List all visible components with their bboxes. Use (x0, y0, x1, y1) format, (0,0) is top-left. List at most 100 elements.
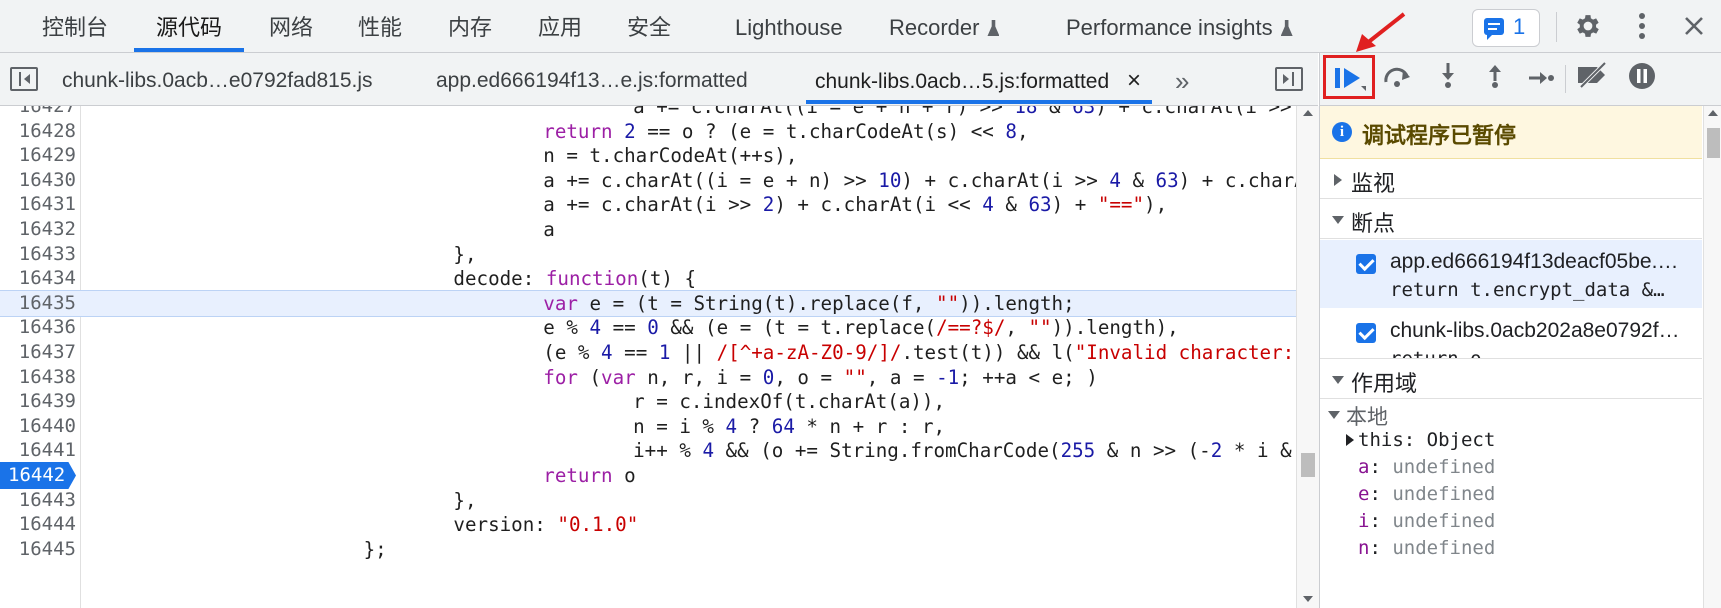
scroll-down-icon[interactable] (1303, 596, 1313, 602)
section-watch[interactable]: 监视 (1320, 159, 1702, 199)
tab-network[interactable]: 网络 (269, 0, 313, 52)
tab-security[interactable]: 安全 (627, 0, 671, 52)
code-text: }, (453, 241, 476, 268)
issues-badge[interactable]: 1 (1472, 9, 1540, 47)
line-number[interactable]: 16437 (0, 339, 76, 366)
scroll-up-icon[interactable] (1303, 110, 1313, 116)
code-token: 10 (878, 168, 902, 192)
code-line[interactable]: 16438 for (var n, r, i = 0, o = "", a = -… (0, 364, 1296, 391)
code-line[interactable]: 16444 version: "0.1.0" (0, 511, 1296, 538)
tab-performance[interactable]: 性能 (358, 0, 402, 52)
scrollbar-thumb[interactable] (1301, 453, 1315, 477)
active-file-underline (806, 100, 1152, 104)
code-line[interactable]: 16429 n = t.charCodeAt(++s), (0, 142, 1296, 169)
code-line[interactable]: 16436 e % 4 == 0 && (e = (t = t.replace(/… (0, 314, 1296, 341)
code-line[interactable]: 16437 (e % 4 == 1 || /[^+a-zA-Z0-9/]/.tes… (0, 339, 1318, 366)
code-line[interactable]: 16440 n = i % 4 ? 64 * n + r : r, (0, 413, 1296, 440)
tab-lighthouse[interactable]: Lighthouse (735, 0, 843, 52)
code-line[interactable]: 16441 i++ % 4 && (o += String.fromCharCod… (0, 437, 1318, 464)
expand-arrow-icon[interactable] (1346, 434, 1354, 446)
line-number[interactable]: 16436 (0, 314, 76, 341)
code-editor[interactable]: 16427 a += c.charAt((i = e + n + r) >> 18… (0, 106, 1318, 608)
scope-var[interactable]: a: undefined (1358, 456, 1495, 478)
code-token: -1 (936, 365, 960, 389)
line-number[interactable]: 16445 (0, 536, 76, 563)
toggle-debugger-icon[interactable] (1275, 67, 1303, 91)
active-tab-underline (134, 48, 244, 52)
code-token: 63 (1155, 168, 1179, 192)
line-number[interactable]: 16432 (0, 216, 76, 243)
deactivate-breakpoints-icon[interactable] (1573, 61, 1613, 97)
line-number[interactable]: 16441 (0, 437, 76, 464)
code-text: (e % 4 == 1 || /[^+a-zA-Z0-9/]/.test(t))… (543, 339, 1318, 366)
line-number[interactable]: 16429 (0, 142, 76, 169)
scroll-up-icon[interactable] (1708, 110, 1718, 116)
breakpoint-checkbox[interactable] (1356, 323, 1376, 343)
breakpoint-line-number[interactable]: 16442 (0, 462, 76, 489)
code-token: ; ++a < e; ) (959, 365, 1098, 389)
toggle-navigator-icon[interactable] (10, 67, 38, 91)
current-execution-line[interactable]: 16435 var e = (t = String(t).replace(f, "… (0, 289, 1296, 317)
line-number[interactable]: 16443 (0, 487, 76, 514)
tab-sources[interactable]: 源代码 (156, 0, 222, 52)
step-out-icon[interactable] (1475, 61, 1515, 97)
scope-var-this[interactable]: this: Object (1358, 429, 1495, 451)
code-text: a += c.charAt(i >> 2) + c.charAt(i << 4 … (543, 191, 1167, 218)
more-tabs-chevron-icon[interactable]: » (1175, 53, 1189, 105)
code-line[interactable]: 16442 return o (0, 462, 1296, 489)
close-icon[interactable] (1676, 8, 1712, 44)
step-over-icon[interactable] (1378, 61, 1418, 97)
line-number[interactable]: 16444 (0, 511, 76, 538)
code-line[interactable]: 16428 return 2 == o ? (e = t.charCodeAt(s… (0, 118, 1296, 145)
code-line[interactable]: 16432 a (0, 216, 1296, 243)
line-number[interactable]: 16433 (0, 241, 76, 268)
tab-application[interactable]: 应用 (538, 0, 582, 52)
sidebar-scrollbar[interactable] (1703, 106, 1721, 608)
tab-recorder[interactable]: Recorder (889, 0, 1000, 52)
tab-memory[interactable]: 内存 (448, 0, 492, 52)
close-tab-icon[interactable]: × (1127, 67, 1141, 94)
step-into-icon[interactable] (1428, 61, 1468, 97)
section-breakpoints[interactable]: 断点 (1320, 199, 1702, 239)
line-number[interactable]: 16439 (0, 388, 76, 415)
scope-var[interactable]: n: undefined (1358, 537, 1495, 559)
line-number[interactable]: 16431 (0, 191, 76, 218)
line-number[interactable]: 16435 (0, 290, 76, 317)
file-tab-chunk-libs-formatted[interactable]: chunk-libs.0acb…5.js:formatted × (815, 53, 1141, 105)
file-tab-chunk-libs[interactable]: chunk-libs.0acb…e0792fad815.js (62, 53, 373, 105)
scope-var[interactable]: e: undefined (1358, 483, 1495, 505)
collapse-arrow-icon (1328, 411, 1340, 419)
line-number[interactable]: 16438 (0, 364, 76, 391)
tab-performance-insights[interactable]: Performance insights (1066, 0, 1293, 52)
settings-gear-icon[interactable] (1570, 8, 1606, 44)
step-icon[interactable] (1521, 61, 1561, 97)
scope-local[interactable]: 本地 (1346, 401, 1388, 431)
line-number[interactable]: 16440 (0, 413, 76, 440)
code-line[interactable]: 16433}, (0, 241, 1296, 268)
code-token: function (545, 267, 639, 291)
line-number[interactable]: 16434 (0, 265, 76, 292)
scrollbar-thumb[interactable] (1707, 128, 1720, 158)
pause-on-exceptions-icon[interactable] (1622, 61, 1662, 97)
scope-var[interactable]: i: undefined (1358, 510, 1495, 532)
line-number[interactable]: 16428 (0, 118, 76, 145)
code-line[interactable]: 16430 a += c.charAt((i = e + n) >> 10) + … (0, 167, 1318, 194)
tab-console[interactable]: 控制台 (42, 0, 108, 52)
code-token: a += c.charAt((i = e + n + r) >> (633, 106, 1015, 118)
code-line[interactable]: 16431 a += c.charAt(i >> 2) + c.charAt(i … (0, 191, 1296, 218)
code-token: 0 (762, 365, 775, 389)
breakpoint-checkbox[interactable] (1356, 254, 1376, 274)
paused-message: 调试程序已暂停 (1362, 123, 1517, 148)
breakpoint-item[interactable]: app.ed666194f13deacf05be.… return t.encr… (1320, 240, 1702, 308)
code-line[interactable]: 16439 r = c.indexOf(t.charAt(a)), (0, 388, 1296, 415)
code-line[interactable]: 16434 decode: function(t) { (0, 265, 1296, 292)
more-options-icon[interactable] (1624, 8, 1660, 44)
editor-scrollbar[interactable] (1296, 106, 1319, 608)
line-number[interactable]: 16430 (0, 167, 76, 194)
file-tab-app-formatted[interactable]: app.ed666194f13…e.js:formatted (436, 53, 748, 105)
code-token: 2 (762, 193, 775, 217)
code-line[interactable]: 16443}, (0, 487, 1296, 514)
resume-icon[interactable] (1333, 64, 1367, 97)
code-line[interactable]: 16445}; (0, 536, 1296, 563)
section-scope[interactable]: 作用域 (1320, 358, 1702, 399)
